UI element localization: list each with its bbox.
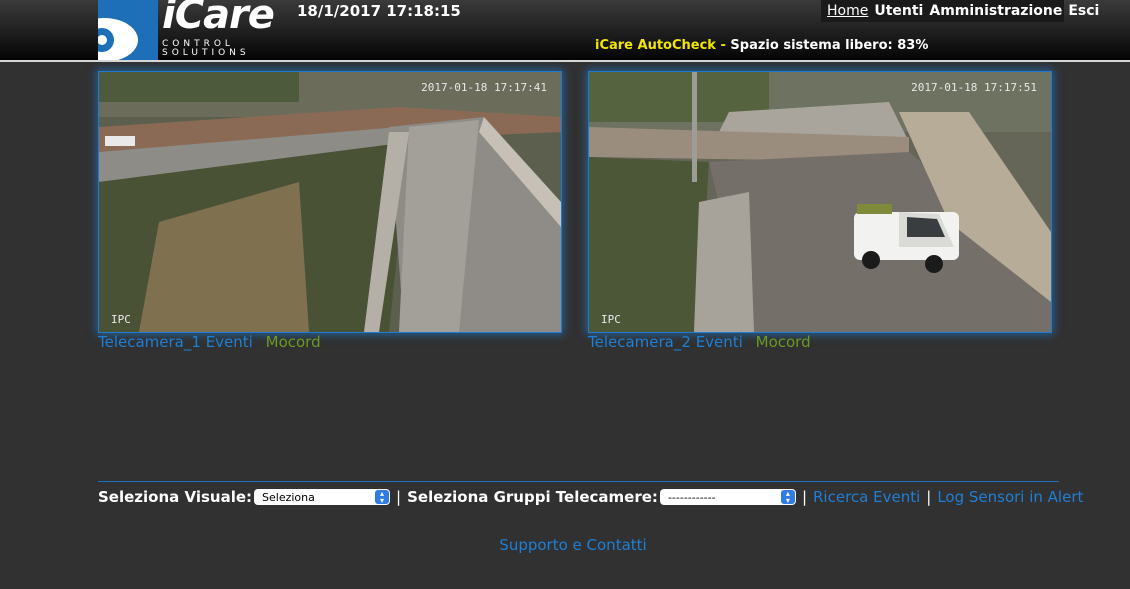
autocheck-status: iCare AutoCheck - Spazio sistema libero:… [595, 38, 928, 53]
select-arrows-icon: ▴ ▾ [780, 490, 795, 505]
disk-space-text: Spazio sistema libero: 83% [730, 38, 929, 53]
view-controls: Seleziona Visuale: Seleziona ▴ ▾ | Selezi… [98, 488, 1083, 506]
nav-home[interactable]: Home [827, 3, 868, 19]
logo-subtitle: CONTROL SOLUTIONS [162, 40, 250, 58]
nav-esci[interactable]: Esci [1068, 3, 1099, 19]
camera-1-name-link[interactable]: Telecamera_1 [98, 333, 201, 351]
separator: | [396, 488, 402, 506]
camera-2-overlay: IPC [601, 313, 621, 326]
nav-amministrazione[interactable]: Amministrazione [929, 3, 1062, 19]
camera-2-image [589, 72, 1051, 332]
groups-select-value: ------------ [667, 490, 716, 504]
visual-select-label: Seleziona Visuale: [98, 488, 253, 506]
section-divider [98, 481, 1059, 482]
camera-1-mocord-link[interactable]: Mocord [266, 333, 321, 351]
camera-2-mocord-link[interactable]: Mocord [756, 333, 811, 351]
sensor-log-link[interactable]: Log Sensori in Alert [937, 488, 1083, 506]
groups-select-label: Seleziona Gruppi Telecamere: [407, 488, 658, 506]
nav-utenti[interactable]: Utenti [874, 3, 923, 19]
camera-1-timestamp: 2017-01-18 17:17:41 [421, 81, 547, 94]
eye-icon [98, 0, 158, 60]
camera-1-feed[interactable]: 2017-01-18 17:17:41 IPC [98, 71, 562, 333]
logo-sub-solutions: SOLUTIONS [162, 48, 250, 58]
support-contacts-link[interactable]: Supporto e Contatti [499, 536, 646, 554]
top-navigation: Home Utenti Amministrazione Esci [821, 0, 1099, 22]
camera-2-events-link[interactable]: Eventi [696, 333, 743, 351]
current-datetime: 18/1/2017 17:18:15 [297, 2, 461, 20]
camera-2-name-link[interactable]: Telecamera_2 [588, 333, 691, 351]
logo-wordmark: iCare [162, 0, 275, 38]
search-events-link[interactable]: Ricerca Eventi [813, 488, 920, 506]
visual-select-value: Seleziona [262, 490, 315, 504]
separator: | [926, 488, 932, 506]
camera-2-timestamp: 2017-01-18 17:17:51 [911, 81, 1037, 94]
camera-2-feed[interactable]: 2017-01-18 17:17:51 IPC [588, 71, 1052, 333]
header-bar: iCare CONTROL SOLUTIONS 18/1/2017 17:18:… [0, 0, 1130, 62]
icare-logo[interactable]: iCare CONTROL SOLUTIONS [98, 0, 278, 60]
select-arrows-icon: ▴ ▾ [375, 490, 390, 505]
autocheck-label: iCare AutoCheck - [595, 38, 726, 53]
camera-1-events-link[interactable]: Eventi [206, 333, 253, 351]
camera-1-overlay: IPC [111, 313, 131, 326]
visual-select[interactable]: Seleziona ▴ ▾ [254, 489, 391, 505]
support-footer: Supporto e Contatti [0, 536, 1130, 554]
camera-1-image [99, 72, 561, 332]
camera-1-links: Telecamera_1 Eventi Mocord [98, 333, 321, 351]
separator: | [801, 488, 807, 506]
groups-select[interactable]: ------------ ▴ ▾ [659, 489, 796, 505]
camera-2-links: Telecamera_2 Eventi Mocord [588, 333, 811, 351]
